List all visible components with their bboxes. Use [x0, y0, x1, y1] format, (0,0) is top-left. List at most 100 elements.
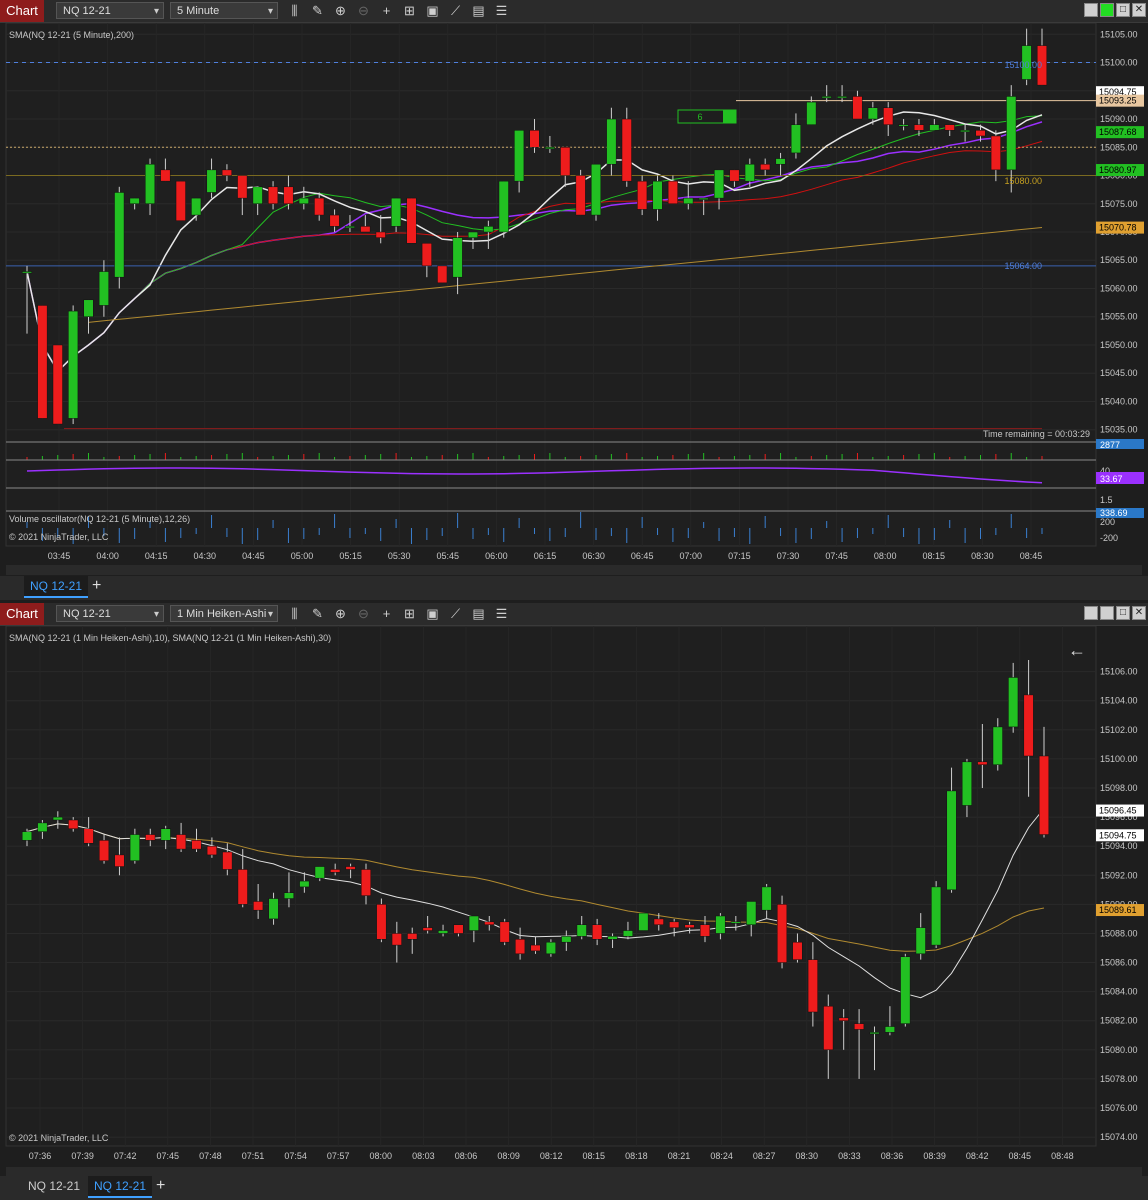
- time-tick-label: 06:00: [485, 551, 508, 561]
- candle-body: [375, 231, 386, 238]
- time-tick-label: 08:00: [370, 1151, 393, 1161]
- price-badge: 15089.61: [1099, 905, 1137, 915]
- chart-menu-button[interactable]: Chart: [0, 603, 44, 625]
- zoom-in-icon[interactable]: ⊕: [332, 605, 349, 623]
- maximize-icon[interactable]: □: [1116, 3, 1130, 17]
- time-tick-label: 08:15: [583, 1151, 606, 1161]
- price-tick-label: 15106.00: [1100, 667, 1138, 677]
- candle-body: [83, 299, 94, 317]
- candle-body: [376, 904, 387, 940]
- strategies-icon[interactable]: ⟋: [447, 605, 464, 623]
- add-tab-icon[interactable]: +: [92, 577, 101, 595]
- time-tick-label: 05:30: [388, 551, 411, 561]
- candle-body: [438, 930, 449, 934]
- close-icon[interactable]: ✕: [1132, 3, 1146, 17]
- candle-body: [884, 1026, 895, 1033]
- pencil-icon[interactable]: ✎: [309, 2, 326, 20]
- candle-body: [530, 944, 541, 952]
- minimize-icon[interactable]: [1084, 606, 1098, 620]
- back-arrow-icon[interactable]: ←: [1068, 640, 1086, 660]
- zoom-out-icon[interactable]: ⊖: [355, 2, 372, 20]
- interval-selector[interactable]: 5 Minute ▾: [170, 2, 278, 19]
- tab-nq-12-21-first[interactable]: NQ 12-21: [22, 1176, 86, 1196]
- top-price-chart[interactable]: SMA(NQ 12-21 (5 Minute),200) Time remain…: [0, 23, 1148, 563]
- time-tick-label: 08:09: [497, 1151, 520, 1161]
- price-badge: 15070.78: [1099, 223, 1137, 233]
- candle-body: [683, 197, 694, 205]
- time-tick-label: 08:15: [923, 551, 946, 561]
- pencil-icon[interactable]: ✎: [309, 605, 326, 623]
- time-remaining: Time remaining = 00:03:29: [983, 429, 1090, 439]
- properties-icon[interactable]: ⊞: [401, 605, 418, 623]
- zoom-in-icon[interactable]: ⊕: [332, 2, 349, 20]
- tab-nq-12-21[interactable]: NQ 12-21: [24, 576, 89, 598]
- time-tick-label: 08:45: [1020, 551, 1043, 561]
- candle-body: [560, 147, 571, 176]
- instrument-selector[interactable]: NQ 12-21 ▾: [56, 605, 164, 622]
- minimize-icon[interactable]: [1084, 3, 1098, 17]
- candle-body: [1038, 755, 1050, 835]
- crosshair-icon[interactable]: +: [378, 605, 395, 623]
- candle-body: [191, 197, 202, 216]
- time-tick-label: 08:48: [1051, 1151, 1074, 1161]
- bottom-price-chart[interactable]: SMA(NQ 12-21 (1 Min Heiken-Ashi),10), SM…: [0, 626, 1148, 1172]
- price-tick-label: 15078.00: [1100, 1074, 1138, 1084]
- indicators-icon[interactable]: ▣: [424, 2, 441, 20]
- time-tick-label: 08:45: [1009, 1151, 1032, 1161]
- time-tick-label: 07:36: [29, 1151, 52, 1161]
- time-tick-label: 08:00: [874, 551, 897, 561]
- time-tick-label: 08:12: [540, 1151, 563, 1161]
- bar-type-icon[interactable]: ⫼: [286, 605, 303, 623]
- price-tick-label: 15085.00: [1100, 142, 1138, 152]
- volume-badge: 2877: [1100, 440, 1120, 450]
- candle-body: [360, 226, 371, 233]
- chart-trader-icon[interactable]: ▤: [470, 605, 487, 623]
- chart-trader-icon[interactable]: ▤: [470, 2, 487, 20]
- tab-nq-12-21-second[interactable]: NQ 12-21: [88, 1176, 153, 1198]
- candle-body: [391, 197, 402, 227]
- candle-body: [777, 904, 788, 963]
- bottom-titlebar: Chart NQ 12-21 ▾ 1 Min Heiken-Ashi ▾ ⫼ ✎ ⊕…: [0, 603, 1148, 626]
- price-tick-label: 15094.00: [1100, 841, 1138, 851]
- candle-body: [1006, 96, 1017, 171]
- link-icon[interactable]: [1100, 3, 1114, 17]
- candle-body: [990, 135, 1001, 171]
- list-icon[interactable]: ☰: [493, 2, 510, 20]
- time-tick-label: 05:45: [437, 551, 460, 561]
- candle-body: [515, 939, 526, 955]
- indicator-label: SMA(NQ 12-21 (5 Minute),200): [9, 30, 134, 40]
- candle-body: [792, 941, 803, 960]
- candle-body: [206, 169, 217, 193]
- price-tick-label: 15050.00: [1100, 340, 1138, 350]
- price-tick-label: 15098.00: [1100, 783, 1138, 793]
- indicators-icon[interactable]: ▣: [424, 605, 441, 623]
- instrument-value: NQ 12-21: [63, 5, 111, 17]
- chart-menu-button[interactable]: Chart: [0, 0, 44, 22]
- strategies-icon[interactable]: ⟋: [447, 2, 464, 20]
- close-icon[interactable]: ✕: [1132, 606, 1146, 620]
- price-badge: 15087.68: [1099, 127, 1137, 137]
- list-icon[interactable]: ☰: [493, 605, 510, 623]
- candle-body: [452, 237, 463, 278]
- properties-icon[interactable]: ⊞: [401, 2, 418, 20]
- osc-badge: 33.67: [1100, 474, 1123, 484]
- bar-type-icon[interactable]: ⫼: [286, 2, 303, 20]
- maximize-icon[interactable]: □: [1116, 606, 1130, 620]
- candle-body: [821, 96, 832, 99]
- time-tick-label: 07:45: [157, 1151, 180, 1161]
- top-titlebar: Chart NQ 12-21 ▾ 5 Minute ▾ ⫼ ✎ ⊕ ⊖ + ⊞ ▣ …: [0, 0, 1148, 23]
- time-tick-label: 07:42: [114, 1151, 137, 1161]
- candle-body: [746, 901, 757, 925]
- zoom-out-icon[interactable]: ⊖: [355, 605, 372, 623]
- link-icon[interactable]: [1100, 606, 1114, 620]
- candle-body: [283, 892, 294, 899]
- instrument-selector[interactable]: NQ 12-21 ▾: [56, 2, 164, 19]
- candle-body: [160, 169, 171, 182]
- add-tab-icon[interactable]: +: [156, 1177, 165, 1195]
- bottom-tabbar: NQ 12-21 NQ 12-21 +: [0, 1176, 1148, 1200]
- candle-body: [37, 305, 48, 419]
- horizontal-scrollbar[interactable]: [6, 565, 1142, 575]
- crosshair-icon[interactable]: +: [378, 2, 395, 20]
- candle-body: [160, 828, 171, 841]
- interval-selector[interactable]: 1 Min Heiken-Ashi ▾: [170, 605, 278, 622]
